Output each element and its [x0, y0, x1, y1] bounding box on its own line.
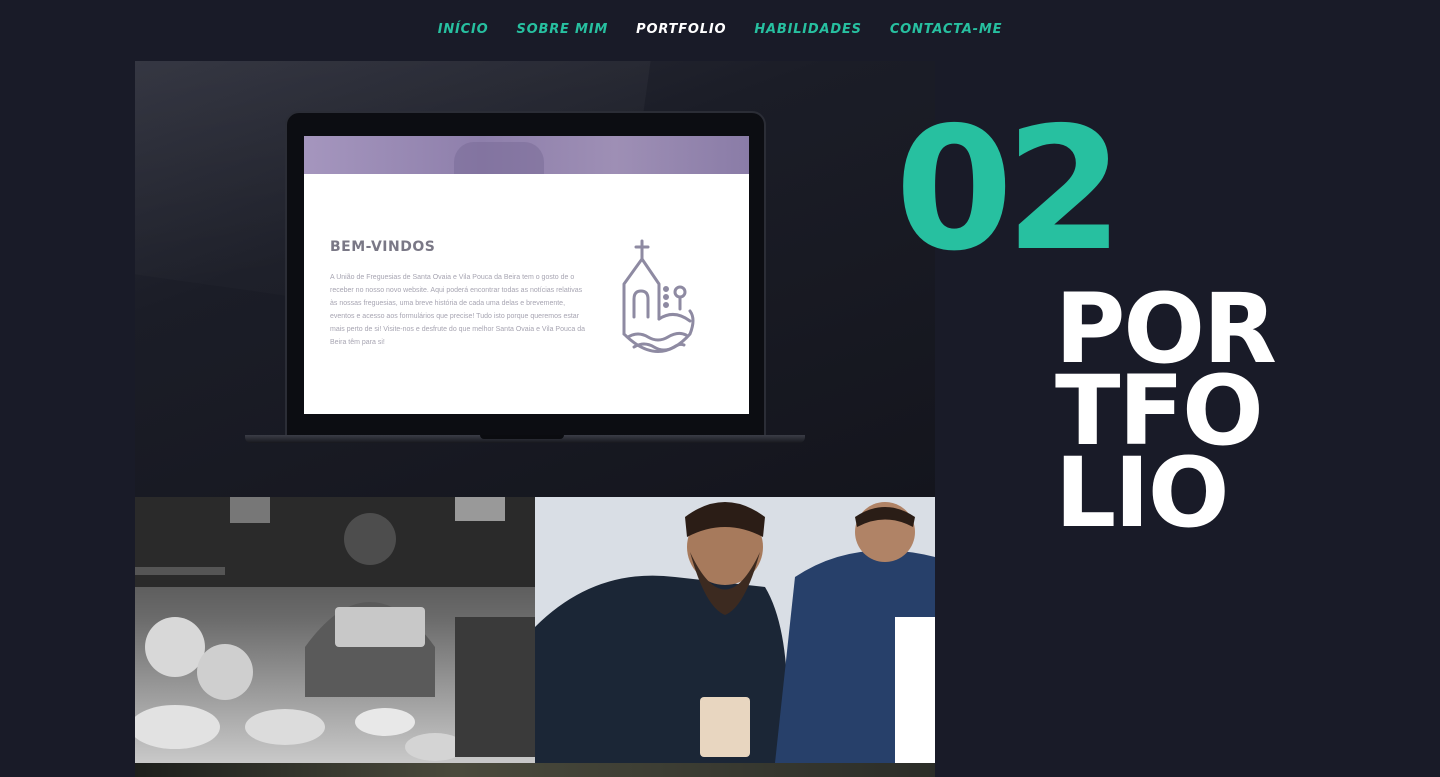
nav-item-inicio[interactable]: INÍCIO: [438, 22, 489, 37]
laptop-lid: BEM-VINDOS A União de Freguesias de Sant…: [285, 111, 766, 437]
screen-body-text: A União de Freguesias de Santa Ovaia e V…: [330, 274, 586, 346]
section-title: POR TFO LIO: [1055, 281, 1355, 549]
nav-item-contacta-me[interactable]: CONTACTA-ME: [890, 22, 1002, 37]
section-number: 02: [895, 91, 1124, 289]
screen-heading: BEM-VINDOS: [330, 239, 436, 255]
laptop-screen: BEM-VINDOS A União de Freguesias de Sant…: [304, 136, 749, 414]
portfolio-tile-next-photo[interactable]: [135, 763, 935, 777]
nav-item-sobre-mim[interactable]: SOBRE MIM: [516, 22, 608, 37]
main-nav: INÍCIO SOBRE MIM PORTFOLIO HABILIDADES C…: [0, 0, 1440, 58]
market-photo-image: [135, 497, 535, 761]
fashion-photo-image: [535, 497, 935, 763]
laptop-notch: [480, 435, 564, 439]
section-title-line-3: LIO: [1055, 437, 1230, 549]
portfolio-tile-market-photo[interactable]: [135, 497, 535, 763]
portfolio-project-laptop-mockup[interactable]: BEM-VINDOS A União de Freguesias de Sant…: [135, 61, 935, 497]
portfolio-tile-fashion-photo[interactable]: [535, 497, 935, 763]
nav-item-portfolio[interactable]: PORTFOLIO: [636, 22, 726, 37]
church-village-icon: [622, 239, 695, 353]
screen-banner-image: [304, 136, 749, 174]
nav-item-habilidades[interactable]: HABILIDADES: [754, 22, 862, 37]
